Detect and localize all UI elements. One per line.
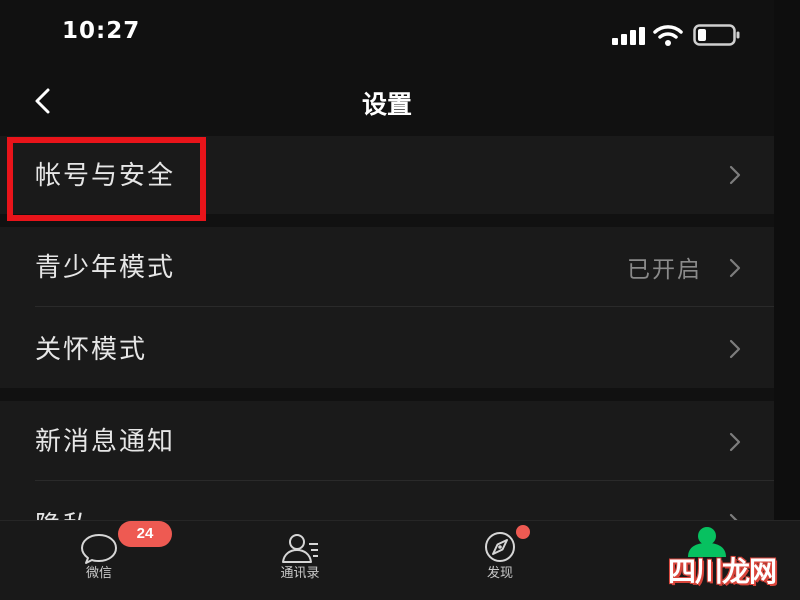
notification-dot [516, 525, 530, 539]
chevron-right-icon [729, 513, 738, 520]
unread-badge: 24 [118, 521, 172, 547]
row-account-security[interactable]: 帐号与安全 [0, 136, 774, 214]
row-privacy[interactable]: 隐私 [0, 481, 774, 520]
row-label: 关怀模式 [35, 335, 148, 365]
chevron-right-icon [729, 432, 741, 452]
settings-group-modes: 青少年模式 已开启 关怀模式 [0, 227, 774, 388]
settings-group-account: 帐号与安全 [0, 136, 774, 214]
chat-bubble-icon [81, 534, 117, 564]
chevron-right-icon [729, 339, 741, 359]
row-new-message-notify[interactable]: 新消息通知 [0, 401, 774, 481]
tab-discover[interactable]: 发现 [440, 521, 560, 600]
settings-group-notify: 新消息通知 隐私 [0, 401, 774, 520]
wifi-icon [653, 25, 683, 46]
row-label: 青少年模式 [35, 253, 176, 283]
watermark: 四川龙网 [668, 555, 777, 588]
page-title: 设置 [361, 90, 412, 119]
battery-icon [693, 24, 740, 46]
nav-bar: 设置 [0, 70, 774, 134]
group-separator [0, 214, 774, 227]
group-separator [0, 388, 774, 401]
row-value: 已开启 [627, 257, 702, 283]
phone-screenshot: 10:27 设置 帐号与安全 青少年模式 已开启 关怀模式 新消息通知 微信 通… [0, 0, 800, 600]
status-bar: 10:27 [0, 0, 774, 70]
settings-screen: 10:27 设置 帐号与安全 青少年模式 已开启 关怀模式 新消息通知 [0, 0, 774, 600]
row-teen-mode[interactable]: 青少年模式 已开启 [0, 227, 774, 307]
row-label: 隐私 [35, 505, 91, 520]
tab-label: 发现 [486, 566, 513, 581]
tab-contacts[interactable]: 通讯录 [240, 521, 360, 600]
signal-icon [612, 27, 645, 45]
chevron-right-icon [729, 165, 741, 185]
row-care-mode[interactable]: 关怀模式 [0, 307, 774, 388]
tab-label: 微信 [85, 566, 112, 581]
chevron-right-icon [729, 258, 741, 278]
row-label: 新消息通知 [35, 427, 176, 457]
contacts-icon [282, 534, 318, 563]
status-time: 10:27 [62, 18, 141, 44]
tab-label: 通讯录 [280, 566, 320, 581]
compass-icon [485, 532, 515, 562]
row-label: 帐号与安全 [35, 161, 176, 191]
